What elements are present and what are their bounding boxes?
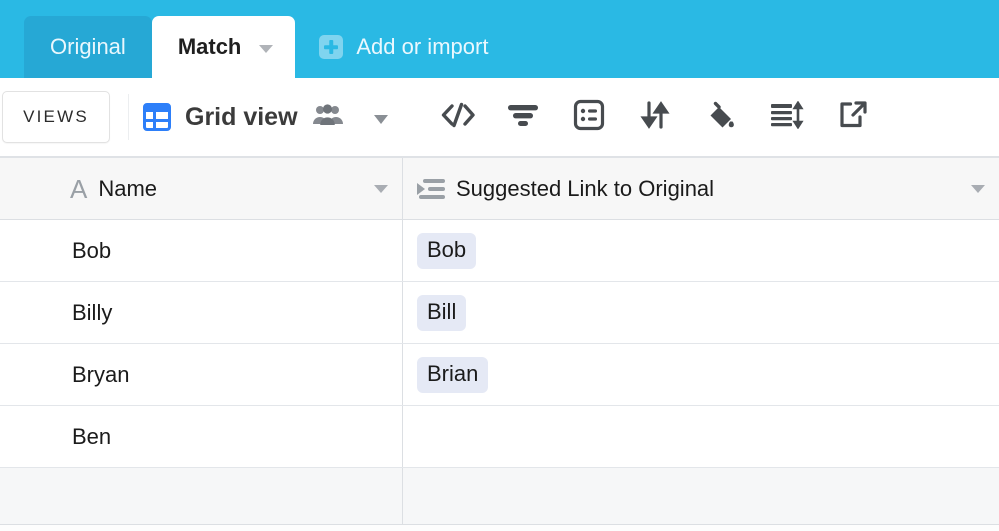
filter-icon bbox=[506, 102, 540, 133]
row-height-button[interactable] bbox=[754, 89, 820, 145]
cell-name[interactable]: Ben bbox=[0, 406, 403, 467]
chevron-down-icon[interactable] bbox=[259, 44, 274, 53]
cell-suggested-link[interactable]: Bill bbox=[403, 282, 999, 343]
toolbar-divider bbox=[128, 94, 129, 140]
toolbar-actions bbox=[424, 89, 886, 145]
color-button[interactable] bbox=[688, 89, 754, 145]
cell-name[interactable]: Billy bbox=[0, 282, 403, 343]
chevron-down-icon[interactable] bbox=[971, 184, 985, 193]
column-header-suggested-link[interactable]: Suggested Link to Original bbox=[403, 158, 999, 219]
table-row[interactable]: Bob Bob bbox=[0, 220, 999, 282]
add-record-row[interactable] bbox=[0, 468, 999, 525]
share-view-button[interactable] bbox=[820, 89, 886, 145]
views-button-label: VIEWS bbox=[23, 107, 89, 126]
table-row[interactable]: Billy Bill bbox=[0, 282, 999, 344]
cell-name-value: Ben bbox=[72, 423, 112, 449]
add-record-name-cell[interactable] bbox=[0, 468, 403, 524]
add-or-import-button[interactable]: Add or import bbox=[295, 16, 508, 78]
sort-button[interactable] bbox=[622, 89, 688, 145]
filter-button[interactable] bbox=[490, 89, 556, 145]
paint-bucket-icon bbox=[705, 100, 737, 135]
column-header-name-label: Name bbox=[98, 175, 158, 201]
api-code-button[interactable] bbox=[424, 89, 490, 145]
cell-name-value: Bryan bbox=[72, 361, 130, 387]
code-icon bbox=[439, 100, 475, 135]
cell-name[interactable]: Bob bbox=[0, 220, 403, 281]
tab-original-label: Original bbox=[50, 34, 126, 59]
add-record-link-cell[interactable] bbox=[403, 468, 999, 524]
chevron-down-icon[interactable] bbox=[374, 184, 388, 193]
current-view-selector[interactable]: Grid view bbox=[143, 103, 394, 132]
people-group-icon bbox=[312, 103, 344, 132]
linked-record-chip[interactable]: Bob bbox=[417, 232, 477, 269]
cell-suggested-link[interactable]: Brian bbox=[403, 344, 999, 405]
table-tab-bar: Original Match Add or import bbox=[0, 0, 999, 78]
cell-suggested-link[interactable] bbox=[403, 406, 999, 467]
record-grid: A Name Suggested Link to Original Bob Bo… bbox=[0, 158, 999, 531]
grid-bottom-strip bbox=[0, 525, 999, 531]
group-button[interactable] bbox=[556, 89, 622, 145]
add-or-import-label: Add or import bbox=[356, 34, 489, 59]
chevron-down-icon[interactable] bbox=[373, 114, 388, 124]
column-header-name[interactable]: A Name bbox=[0, 158, 403, 219]
plus-square-icon bbox=[319, 35, 344, 59]
tab-match-label: Match bbox=[177, 34, 242, 59]
tab-match[interactable]: Match bbox=[151, 16, 296, 78]
grid-header-row: A Name Suggested Link to Original bbox=[0, 158, 999, 220]
tab-original[interactable]: Original bbox=[24, 16, 152, 78]
text-field-icon: A bbox=[70, 173, 88, 204]
column-header-suggested-link-label: Suggested Link to Original bbox=[456, 175, 715, 201]
current-view-name: Grid view bbox=[185, 102, 298, 131]
cell-name-value: Bob bbox=[72, 237, 112, 263]
airtable-grid-window: Original Match Add or import VIEWS Grid … bbox=[0, 0, 999, 531]
table-row[interactable]: Ben bbox=[0, 406, 999, 468]
linked-record-chip[interactable]: Brian bbox=[417, 356, 489, 393]
share-external-icon bbox=[838, 100, 868, 135]
table-row[interactable]: Bryan Brian bbox=[0, 344, 999, 406]
cell-name[interactable]: Bryan bbox=[0, 344, 403, 405]
row-height-icon bbox=[770, 100, 804, 134]
cell-suggested-link[interactable]: Bob bbox=[403, 220, 999, 281]
cell-name-value: Billy bbox=[72, 299, 113, 325]
group-list-icon bbox=[573, 99, 605, 136]
linked-record-chip[interactable]: Bill bbox=[417, 294, 467, 331]
view-toolbar: VIEWS Grid view bbox=[0, 78, 999, 158]
link-to-record-icon bbox=[417, 178, 445, 200]
grid-view-icon bbox=[143, 103, 171, 131]
views-sidebar-toggle[interactable]: VIEWS bbox=[2, 91, 110, 143]
sort-arrows-icon bbox=[640, 100, 670, 135]
